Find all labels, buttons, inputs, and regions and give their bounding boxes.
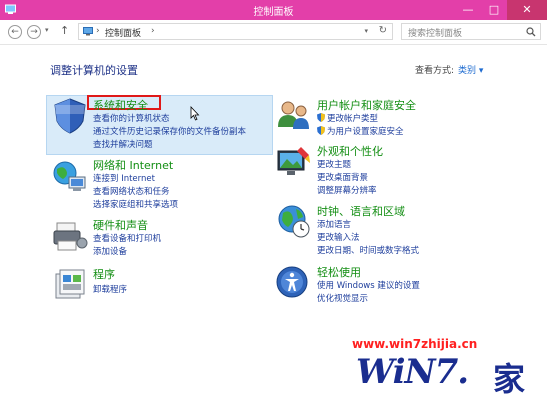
link-screen-resolution[interactable]: 调整屏幕分辨率 <box>317 184 377 196</box>
control-panel-icon <box>83 27 93 36</box>
globe-clock-icon <box>278 205 310 238</box>
category-hardware-sound[interactable]: 硬件和声音 查看设备和打印机 添加设备 <box>51 217 276 257</box>
category-title[interactable]: 时钟、语言和区域 <box>317 203 405 219</box>
link-optimize-display[interactable]: 优化视觉显示 <box>317 292 368 304</box>
link-devices-printers[interactable]: 查看设备和打印机 <box>93 232 161 244</box>
category-title[interactable]: 轻松使用 <box>317 264 361 280</box>
category-title[interactable]: 用户帐户和家庭安全 <box>317 97 416 113</box>
breadcrumb-separator: › <box>96 26 100 36</box>
uac-shield-icon <box>317 113 325 122</box>
title-bar: 控制面板 — □ ✕ <box>0 0 547 20</box>
watermark-url: www.win7zhijia.cn <box>352 337 478 351</box>
link-label[interactable]: 为用户设置家庭安全 <box>327 127 404 137</box>
breadcrumb-chevron-icon[interactable]: › <box>151 26 155 36</box>
page-title: 调整计算机的设置 <box>50 64 138 77</box>
address-dropdown-icon[interactable]: ▾ <box>364 27 368 35</box>
link-change-account-type[interactable]: 更改帐户类型 <box>317 112 378 124</box>
view-by-dropdown[interactable]: 类别 ▾ <box>458 66 483 76</box>
search-input[interactable]: 搜索控制面板 <box>408 26 462 39</box>
link-desktop-background[interactable]: 更改桌面背景 <box>317 171 368 183</box>
search-icon[interactable] <box>526 27 536 37</box>
watermark-logo: WiN7. <box>356 352 469 392</box>
navigation-bar: ← → ▾ ↑ › 控制面板 › ▾ ↻ 搜索控制面板 <box>0 20 547 45</box>
category-title[interactable]: 硬件和声音 <box>93 217 148 233</box>
refresh-button[interactable]: ↻ <box>379 25 387 36</box>
breadcrumb-control-panel[interactable]: 控制面板 <box>105 26 141 39</box>
category-appearance[interactable]: 外观和个性化 更改主题 更改桌面背景 调整屏幕分辨率 <box>275 143 505 196</box>
mouse-cursor-icon <box>190 106 200 121</box>
category-title[interactable]: 外观和个性化 <box>317 143 383 159</box>
category-title[interactable]: 程序 <box>93 266 115 282</box>
maximize-button[interactable]: □ <box>481 0 507 20</box>
category-title[interactable]: 网络和 Internet <box>93 157 173 173</box>
link-view-status[interactable]: 查看你的计算机状态 <box>93 112 170 124</box>
link-network-status[interactable]: 查看网络状态和任务 <box>93 185 170 197</box>
programs-icon <box>55 269 85 299</box>
link-add-language[interactable]: 添加语言 <box>317 218 351 230</box>
category-ease-of-access[interactable]: 轻松使用 使用 Windows 建议的设置 优化视觉显示 <box>275 264 505 306</box>
recent-dropdown-icon[interactable]: ▾ <box>45 26 49 34</box>
category-network-internet[interactable]: 网络和 Internet 连接到 Internet 查看网络状态和任务 选择家庭… <box>51 157 276 210</box>
category-programs[interactable]: 程序 卸载程序 <box>51 266 276 304</box>
link-homegroup[interactable]: 选择家庭组和共享选项 <box>93 198 178 210</box>
category-system-security[interactable]: 系统和安全 查看你的计算机状态 通过文件历史记录保存你的文件备份副本 查找并解决… <box>51 97 276 152</box>
minimize-button[interactable]: — <box>455 0 481 20</box>
link-troubleshoot[interactable]: 查找并解决问题 <box>93 138 153 150</box>
back-button[interactable]: ← <box>8 25 22 39</box>
link-add-device[interactable]: 添加设备 <box>93 245 127 257</box>
watermark-jia: 家 <box>493 360 526 398</box>
category-clock-language-region[interactable]: 时钟、语言和区域 添加语言 更改输入法 更改日期、时间或数字格式 <box>275 203 505 256</box>
ease-of-access-icon <box>276 266 308 298</box>
link-recommended-settings[interactable]: 使用 Windows 建议的设置 <box>317 279 420 291</box>
shield-icon <box>54 98 86 134</box>
close-button[interactable]: ✕ <box>507 0 547 20</box>
view-by: 查看方式: 类别 ▾ <box>415 63 483 76</box>
category-user-accounts[interactable]: 用户帐户和家庭安全 更改帐户类型 为用户设置家庭安全 <box>275 97 505 139</box>
link-connect-internet[interactable]: 连接到 Internet <box>93 172 155 184</box>
view-by-label: 查看方式: <box>415 66 455 76</box>
link-date-time-format[interactable]: 更改日期、时间或数字格式 <box>317 244 419 256</box>
search-box[interactable]: 搜索控制面板 <box>401 23 541 40</box>
appearance-icon <box>277 147 310 175</box>
link-file-history[interactable]: 通过文件历史记录保存你的文件备份副本 <box>93 125 246 137</box>
link-label[interactable]: 更改帐户类型 <box>327 114 378 124</box>
uac-shield-icon <box>317 126 325 135</box>
network-globe-icon <box>53 161 86 191</box>
link-change-input[interactable]: 更改输入法 <box>317 231 360 243</box>
link-change-theme[interactable]: 更改主题 <box>317 158 351 170</box>
link-uninstall[interactable]: 卸载程序 <box>93 283 127 295</box>
printer-icon <box>53 222 88 251</box>
up-button[interactable]: ↑ <box>60 24 69 37</box>
address-bar[interactable]: › 控制面板 › ▾ ↻ <box>78 23 393 40</box>
forward-button[interactable]: → <box>27 25 41 39</box>
link-family-safety[interactable]: 为用户设置家庭安全 <box>317 125 404 137</box>
category-title[interactable]: 系统和安全 <box>93 97 148 113</box>
users-icon <box>278 101 309 129</box>
